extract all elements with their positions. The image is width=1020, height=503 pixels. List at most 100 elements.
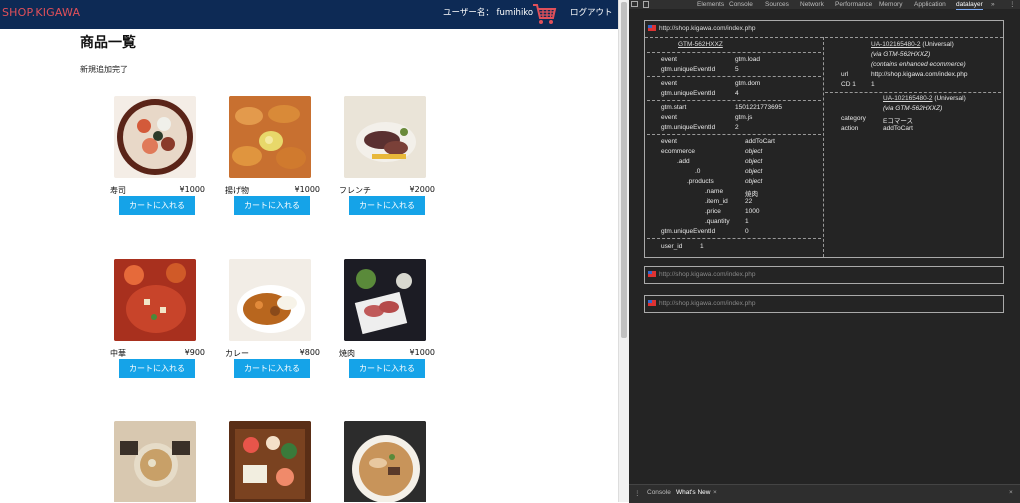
add-to-cart-button[interactable]: カートに入れる [234, 196, 310, 215]
shopping-cart-icon[interactable] [531, 1, 557, 27]
inspect-icon[interactable] [631, 1, 639, 8]
product-name: カレー [225, 349, 249, 358]
key-label: gtm.uniqueEventId [661, 66, 716, 73]
more-tabs-icon[interactable]: » [991, 0, 995, 9]
key-label: .item_id [705, 198, 728, 205]
value-label: 5 [735, 66, 739, 73]
product-image-yakiniku[interactable] [344, 259, 426, 341]
more-options-icon[interactable]: ⋮ [1009, 0, 1016, 9]
product-image-nabe[interactable] [114, 421, 196, 502]
key-label: .name [705, 188, 724, 195]
tab-console[interactable]: Console [729, 0, 753, 9]
tab-memory[interactable]: Memory [879, 0, 902, 9]
page-scrollbar[interactable] [618, 0, 629, 502]
value-label: 4 [735, 90, 739, 97]
product-image-chinese[interactable] [114, 259, 196, 341]
value-label: http://shop.kigawa.com/index.php [871, 71, 968, 78]
tab-sources[interactable]: Sources [765, 0, 789, 9]
key-label: url [841, 71, 849, 78]
enhanced-ecommerce-note: (contains enhanced ecommerce) [871, 61, 966, 68]
key-label: .0 [695, 168, 701, 175]
tab-datalayer[interactable]: datalayer [956, 0, 983, 10]
ua-account-1: UA-102165480-2 (Universal) [871, 41, 954, 48]
product-price: ¥2000 [409, 185, 435, 194]
user-name-label: ユーザー名： fumihiko [443, 8, 534, 18]
key-label: gtm.uniqueEventId [661, 90, 716, 97]
add-to-cart-button[interactable]: カートに入れる [349, 359, 425, 378]
key-label: CD 1 [841, 81, 856, 88]
via-gtm-note: (via GTM-562HXXZ) [871, 51, 931, 58]
page-title: 商品一覧 [80, 35, 136, 51]
product-image-ramen[interactable] [344, 421, 426, 502]
datalayer-entry: http://shop.kigawa.com/index.php GTM-562… [644, 20, 1004, 258]
value-label: object [745, 178, 763, 185]
key-label: gtm.start [661, 104, 687, 111]
entry-url: http://shop.kigawa.com/index.php [647, 23, 1001, 35]
value-label: 2 [735, 124, 739, 131]
value-label: 1000 [745, 208, 760, 215]
product-name: 揚げ物 [225, 186, 249, 195]
product-price: ¥800 [299, 348, 320, 357]
key-label: .quantity [705, 218, 730, 225]
entry-url: http://shop.kigawa.com/index.php [659, 300, 756, 307]
value-label: addToCart [745, 138, 775, 145]
entry-url: http://shop.kigawa.com/index.php [659, 271, 756, 278]
key-label: ecommerce [661, 148, 695, 155]
tab-network[interactable]: Network [800, 0, 824, 9]
devtools-panel: Elements Console Sources Network Perform… [629, 0, 1020, 503]
tab-performance[interactable]: Performance [835, 0, 872, 9]
datalayer-entry-collapsed[interactable]: http://shop.kigawa.com/index.php [644, 266, 1004, 284]
key-label: .price [705, 208, 721, 215]
product-image-fried[interactable] [229, 96, 311, 178]
gtm-container-link[interactable]: GTM-562HXXZ [678, 41, 723, 48]
drawer-tab-console[interactable]: Console [647, 489, 671, 496]
tab-application[interactable]: Application [914, 0, 946, 9]
web-page: SHOP.KIGAWA ユーザー名： fumihiko ログアウト 商品一覧 新… [0, 0, 618, 502]
device-toolbar-icon[interactable] [642, 1, 650, 8]
ga-flag-icon [648, 271, 656, 278]
key-label: event [661, 114, 677, 121]
product-image-bento[interactable] [229, 421, 311, 502]
value-label: addToCart [883, 125, 913, 132]
close-icon[interactable]: × [713, 489, 717, 496]
add-to-cart-button[interactable]: カートに入れる [234, 359, 310, 378]
value-label: object [745, 168, 763, 175]
product-image-french[interactable] [344, 96, 426, 178]
drawer-menu-icon[interactable]: ⋮ [634, 489, 641, 497]
status-message: 新規追加完了 [80, 65, 128, 74]
key-label: .add [677, 158, 690, 165]
drawer-tab-whats-new[interactable]: What's New [676, 489, 710, 496]
site-header: SHOP.KIGAWA ユーザー名： fumihiko ログアウト [0, 0, 618, 29]
product-name: 中華 [110, 349, 126, 358]
value-label: 22 [745, 198, 753, 205]
product-price: ¥900 [184, 348, 205, 357]
add-to-cart-button[interactable]: カートに入れる [119, 359, 195, 378]
key-label: gtm.uniqueEventId [661, 228, 716, 235]
value-label: 1501221773695 [735, 104, 782, 111]
value-label: 1 [700, 243, 704, 250]
product-name: 寿司 [110, 186, 126, 195]
product-name: 焼肉 [339, 349, 355, 358]
scroll-thumb[interactable] [621, 2, 627, 338]
tab-elements[interactable]: Elements [697, 0, 724, 9]
key-label: action [841, 125, 859, 132]
value-label: 0 [745, 228, 749, 235]
key-label: category [841, 115, 866, 122]
datalayer-entry-collapsed[interactable]: http://shop.kigawa.com/index.php [644, 295, 1004, 313]
site-logo[interactable]: SHOP.KIGAWA [2, 6, 80, 19]
devtools-drawer: ⋮ Console What's New × × [629, 484, 1020, 503]
product-image-curry[interactable] [229, 259, 311, 341]
ga-flag-icon [648, 25, 656, 32]
product-price: ¥1000 [294, 185, 320, 194]
add-to-cart-button[interactable]: カートに入れる [119, 196, 195, 215]
value-label: gtm.dom [735, 80, 761, 87]
add-to-cart-button[interactable]: カートに入れる [349, 196, 425, 215]
product-image-sushi[interactable] [114, 96, 196, 178]
ga-flag-icon [648, 300, 656, 307]
value-label: Eコマース [883, 118, 914, 125]
via-gtm-note: (via GTM-562HXXZ) [883, 105, 943, 112]
product-price: ¥1000 [409, 348, 435, 357]
close-drawer-icon[interactable]: × [1009, 489, 1013, 496]
value-label: 1 [745, 218, 749, 225]
logout-link[interactable]: ログアウト [570, 6, 613, 18]
